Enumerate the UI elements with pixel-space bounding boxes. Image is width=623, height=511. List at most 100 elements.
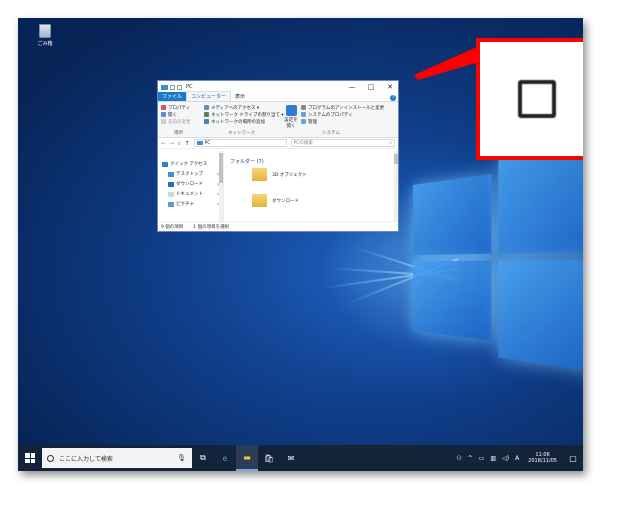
minimize-button[interactable]: — xyxy=(343,81,361,93)
tab-file[interactable]: ファイル xyxy=(158,92,186,101)
content-pane: フォルダー (7) 3D オブジェクト ダウンロード xyxy=(224,151,398,223)
chevron-up-icon[interactable]: ^ xyxy=(468,455,473,462)
battery-icon[interactable]: ▭ xyxy=(479,455,485,462)
content-scrollbar-thumb[interactable] xyxy=(394,154,398,164)
ribbon: プロパティ 開く 名前の変更 場所 メディアへのアクセス ▾ ネットワーク ドラ… xyxy=(158,102,398,138)
maximize-button[interactable]: □ xyxy=(362,81,380,93)
content-scrollbar[interactable] xyxy=(394,151,398,223)
search-input[interactable]: PCの検索 ⌕ xyxy=(291,139,396,147)
up-button[interactable]: ↑ xyxy=(184,140,189,147)
file-explorer-button[interactable]: ▬ xyxy=(236,445,258,471)
nav-item-pictures[interactable]: ピクチャ✎ xyxy=(158,199,223,209)
clock-date: 2018/11/05 xyxy=(528,458,557,464)
notification-icon[interactable]: ▢ xyxy=(566,454,580,463)
task-view-icon: ⧉ xyxy=(200,453,206,463)
system-tray: ⚇ ^ ▭ ▥ ◁) A 11:06 2018/11/05 ▢ xyxy=(453,445,583,471)
explorer-body: クイック アクセス デスクトップ✎ ダウンロード✎ ドキュメント✎ ピクチャ✎ … xyxy=(158,151,398,223)
search-placeholder: PCの検索 xyxy=(294,140,313,146)
open-icon xyxy=(161,112,166,117)
network-icon[interactable]: ▥ xyxy=(490,455,496,462)
group-label-system: システム xyxy=(322,130,340,136)
add-network-location-button[interactable]: ネットワークの場所の追加 xyxy=(204,118,284,125)
recycle-bin-label: ごみ箱 xyxy=(32,40,58,47)
status-selected-count: 1 個の項目を選択 xyxy=(193,224,229,230)
manage-icon xyxy=(301,119,306,124)
forward-button[interactable]: → xyxy=(169,140,174,147)
document-icon xyxy=(168,192,174,197)
network-location-icon xyxy=(204,119,209,124)
taskbar-search-placeholder: ここに入力して検索 xyxy=(59,454,113,463)
window-title: PC xyxy=(186,84,193,90)
programs-icon xyxy=(301,105,306,110)
explorer-window[interactable]: PC — □ ✕ ファイル コンピューター 表示 ? プロパティ 開く 名前の変… xyxy=(157,80,399,232)
pc-icon xyxy=(197,141,203,145)
title-bar[interactable]: PC — □ ✕ xyxy=(158,81,398,93)
nav-item-desktop[interactable]: デスクトップ✎ xyxy=(158,169,223,179)
edge-icon: e xyxy=(223,454,228,463)
start-button[interactable] xyxy=(18,445,42,471)
windows-logo-wallpaper xyxy=(413,139,583,387)
status-item-count: 9 個の項目 xyxy=(161,224,183,230)
desktop: ごみ箱 PC — □ ✕ ファイル コンピューター 表示 ? プロパティ 開く … xyxy=(18,18,583,445)
address-path: PC xyxy=(205,141,211,146)
recycle-bin[interactable]: ごみ箱 xyxy=(32,24,58,47)
back-button[interactable]: ← xyxy=(161,140,166,147)
folder-downloads[interactable]: ダウンロード xyxy=(252,194,299,207)
open-settings-button[interactable]: 設定を開く xyxy=(284,105,298,129)
ribbon-group-system: プログラムのアンインストールと変更 システムのプロパティ 管理 xyxy=(301,104,384,125)
taskbar-search[interactable]: ここに入力して検索 🎙 xyxy=(42,448,192,468)
taskbar: ここに入力して検索 🎙 ⧉ e ▬ 🛍 ✉ ⚇ ^ ▭ ▥ ◁) A 11:06… xyxy=(18,445,583,471)
pictures-icon xyxy=(168,202,174,207)
volume-icon[interactable]: ◁) xyxy=(502,455,509,462)
open-button[interactable]: 開く xyxy=(161,111,191,118)
mail-button[interactable]: ✉ xyxy=(280,445,302,471)
properties-icon xyxy=(161,105,166,110)
microphone-icon[interactable]: 🎙 xyxy=(177,454,186,462)
nav-scrollbar-thumb[interactable] xyxy=(219,153,223,183)
nav-item-documents[interactable]: ドキュメント✎ xyxy=(158,189,223,199)
system-properties-button[interactable]: システムのプロパティ xyxy=(301,111,384,118)
ime-indicator[interactable]: A xyxy=(515,455,519,462)
ribbon-group-location: プロパティ 開く 名前の変更 xyxy=(161,104,191,125)
properties-quick-icon[interactable] xyxy=(170,85,175,90)
nav-item-quick-access[interactable]: クイック アクセス xyxy=(158,159,223,169)
tab-view[interactable]: 表示 xyxy=(231,92,249,101)
nav-item-downloads[interactable]: ダウンロード✎ xyxy=(158,179,223,189)
navigation-pane: クイック アクセス デスクトップ✎ ダウンロード✎ ドキュメント✎ ピクチャ✎ xyxy=(158,151,224,223)
nav-scrollbar[interactable] xyxy=(219,151,223,223)
edge-button[interactable]: e xyxy=(214,445,236,471)
system-icon xyxy=(301,112,306,117)
star-icon xyxy=(162,162,168,167)
ribbon-group-network: メディアへのアクセス ▾ ネットワーク ドライブの割り当て ▾ ネットワークの場… xyxy=(204,104,284,125)
folder-3d-objects[interactable]: 3D オブジェクト xyxy=(252,168,307,181)
address-bar[interactable]: PC xyxy=(194,139,287,147)
task-view-button[interactable]: ⧉ xyxy=(192,445,214,471)
address-row: ← → ∨ ↑ PC PCの検索 ⌕ xyxy=(158,138,398,149)
screenshot-frame: ごみ箱 PC — □ ✕ ファイル コンピューター 表示 ? プロパティ 開く … xyxy=(18,18,583,471)
close-button[interactable]: ✕ xyxy=(381,81,399,93)
download-icon xyxy=(168,182,174,187)
help-icon[interactable]: ? xyxy=(390,95,396,101)
map-network-drive-button[interactable]: ネットワーク ドライブの割り当て ▾ xyxy=(204,111,284,118)
store-button[interactable]: 🛍 xyxy=(258,445,280,471)
new-folder-quick-icon[interactable] xyxy=(177,85,182,90)
store-icon: 🛍 xyxy=(264,454,274,463)
media-icon xyxy=(204,105,209,110)
uninstall-programs-button[interactable]: プログラムのアンインストールと変更 xyxy=(301,104,384,111)
folder-icon: ▬ xyxy=(243,453,251,462)
media-access-button[interactable]: メディアへのアクセス ▾ xyxy=(204,104,284,111)
properties-button[interactable]: プロパティ xyxy=(161,104,191,111)
search-icon: ⌕ xyxy=(389,140,392,146)
clock[interactable]: 11:06 2018/11/05 xyxy=(528,452,557,464)
folders-header[interactable]: フォルダー (7) xyxy=(230,158,398,165)
recent-locations-button[interactable]: ∨ xyxy=(177,140,181,147)
rename-button[interactable]: 名前の変更 xyxy=(161,118,191,125)
group-label-network: ネットワーク xyxy=(228,130,255,136)
maximize-callout xyxy=(476,38,583,160)
gear-icon xyxy=(286,105,297,116)
rename-icon xyxy=(161,119,166,124)
manage-button[interactable]: 管理 xyxy=(301,118,384,125)
cortana-icon xyxy=(47,455,54,462)
ribbon-tabs: ファイル コンピューター 表示 ? xyxy=(158,93,398,102)
people-icon[interactable]: ⚇ xyxy=(456,455,461,462)
